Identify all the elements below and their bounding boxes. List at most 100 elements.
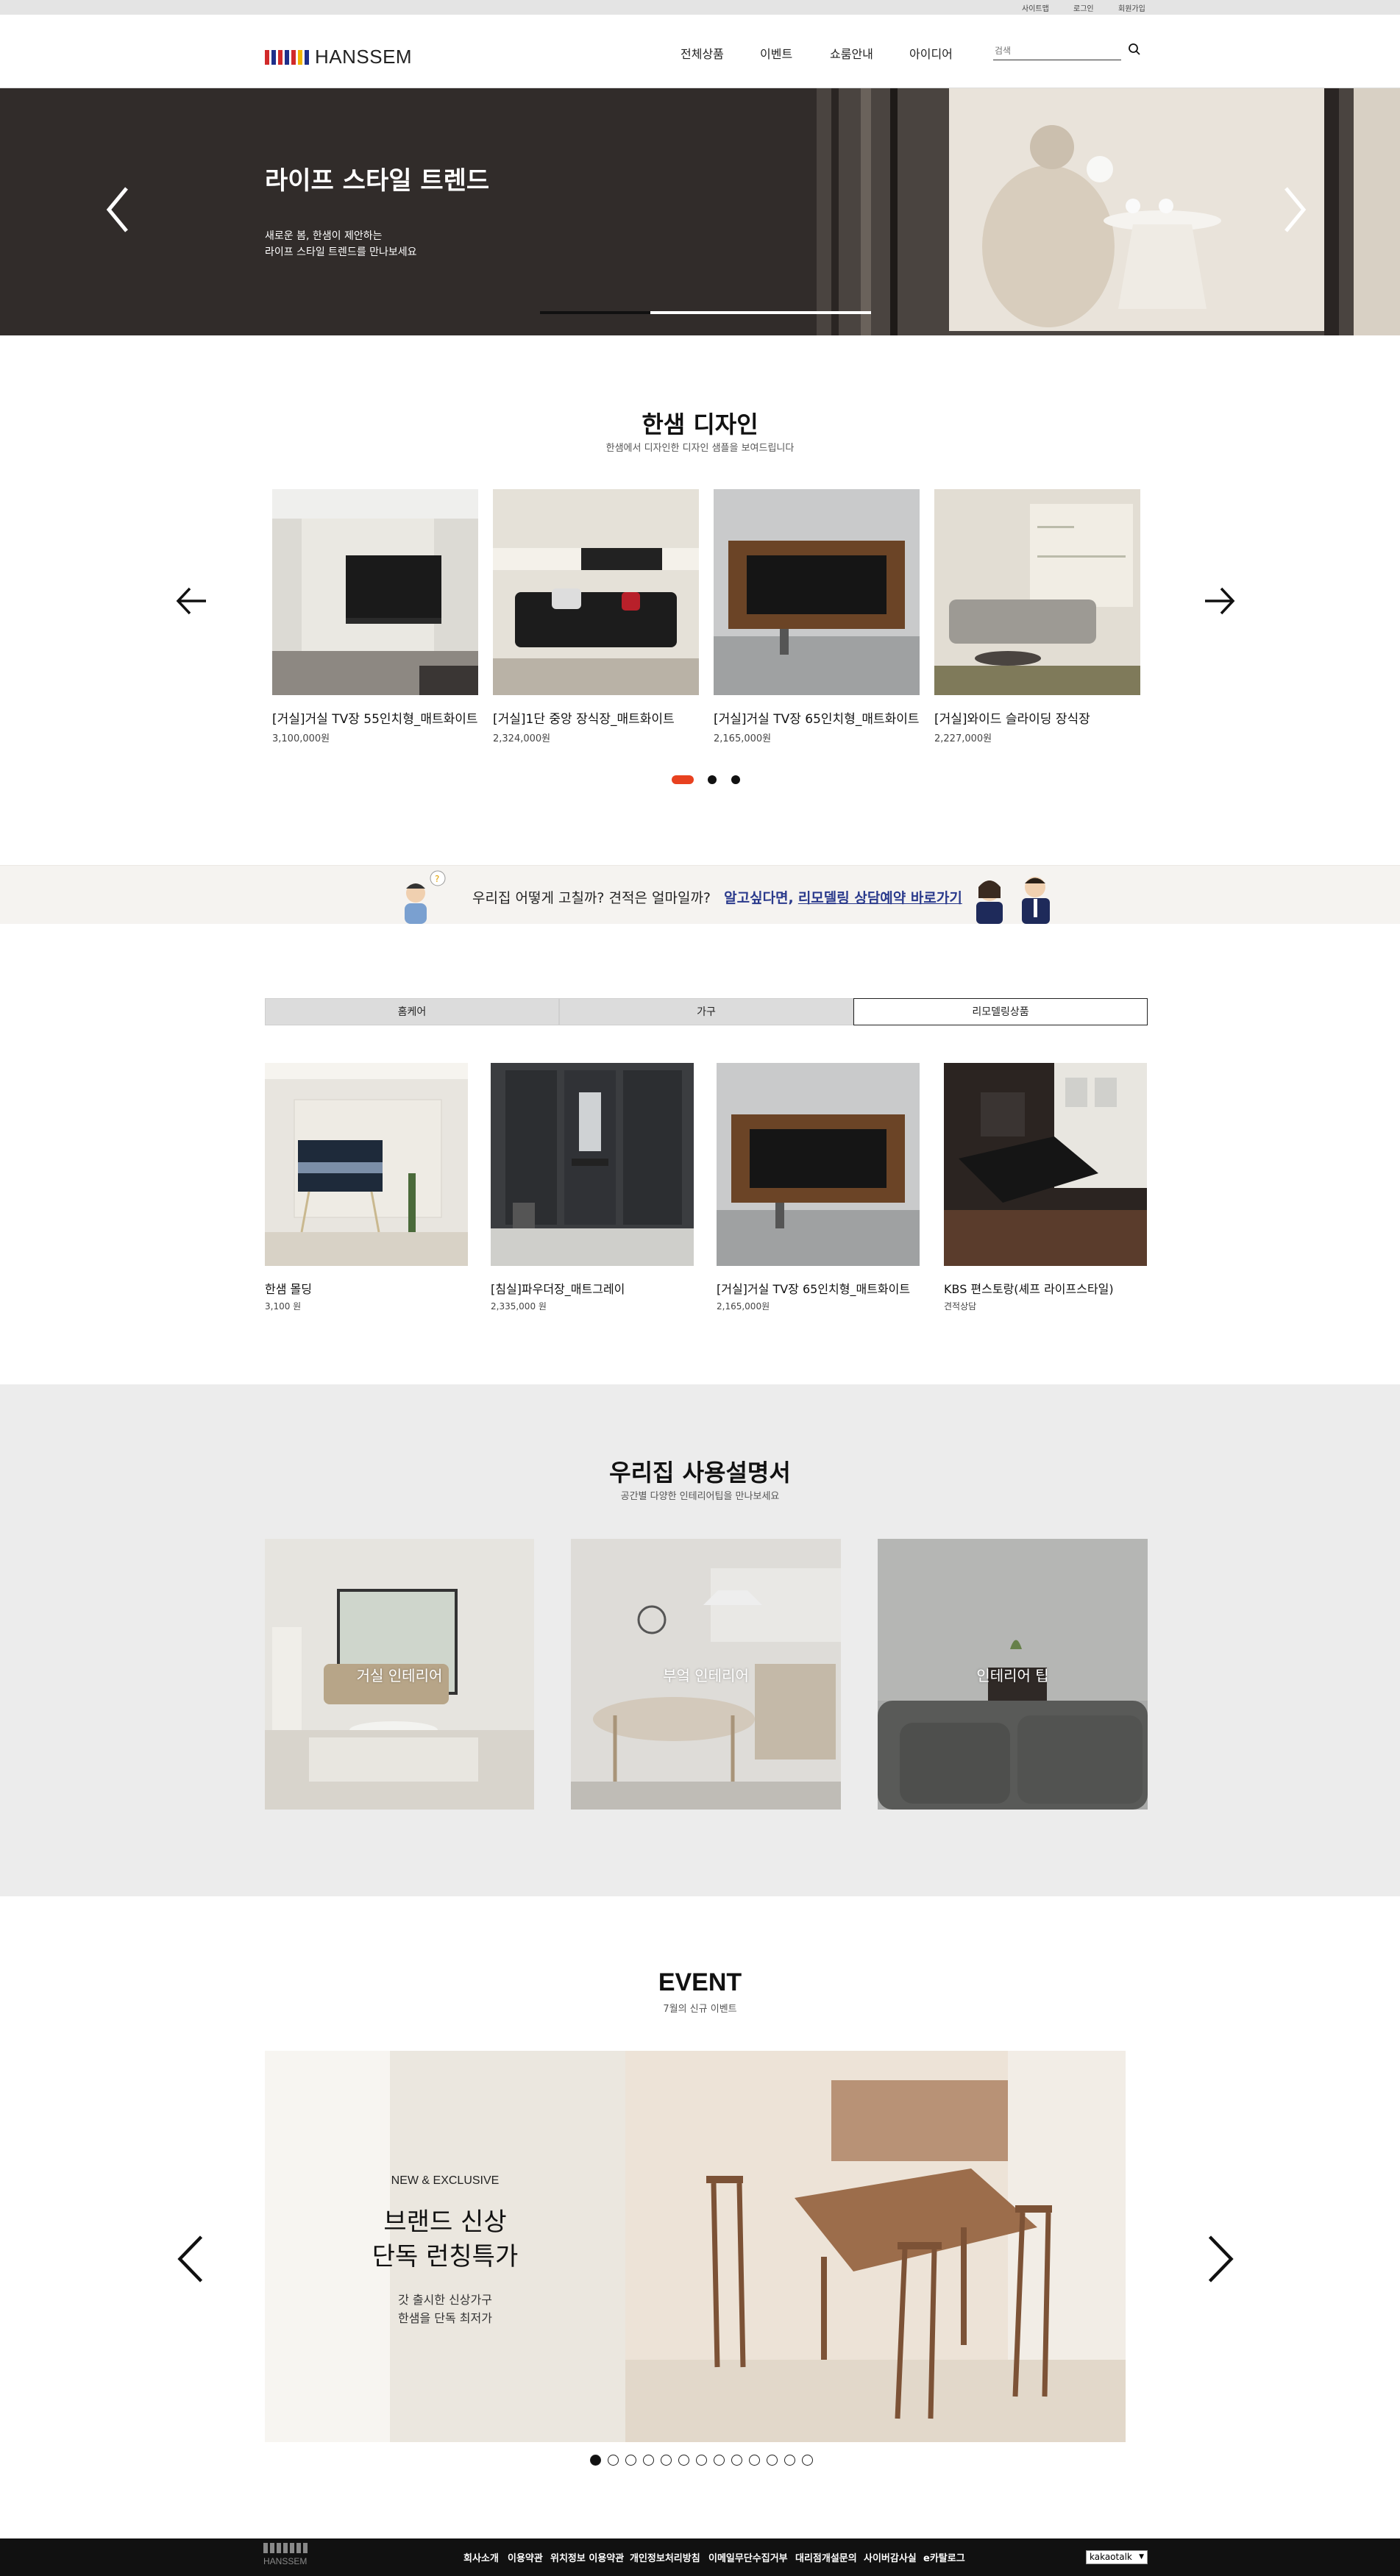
remodel-product-image[interactable]: [265, 1063, 468, 1266]
remodel-product-price: 2,335,000 원: [491, 1301, 547, 1312]
logo-mark-icon: [265, 49, 309, 65]
design-product-name[interactable]: [거실]1단 중앙 장식장_매트화이트: [493, 708, 675, 727]
event-pager-dot[interactable]: [784, 2455, 795, 2466]
remodel-product-name[interactable]: KBS 편스토랑(셰프 라이프스타일): [944, 1279, 1114, 1297]
consultants-illustration: [976, 877, 1050, 924]
hero-next-arrow-icon[interactable]: [1280, 184, 1310, 235]
nav-event[interactable]: 이벤트: [760, 44, 792, 62]
remodel-product-price: 견적상담: [944, 1301, 977, 1312]
event-slide[interactable]: NEW & EXCLUSIVE 브랜드 신상 단독 런칭특가 갓 출시한 신상가…: [265, 2051, 1126, 2442]
tab-furniture[interactable]: 가구: [559, 998, 853, 1025]
sitemap-link[interactable]: 사이트맵: [1022, 2, 1049, 13]
footer-link-terms[interactable]: 이용약관: [508, 2550, 543, 2564]
svg-text:?: ?: [435, 874, 439, 884]
banner-link[interactable]: 리모델링 상담예약 바로가기: [798, 890, 962, 906]
design-product-image[interactable]: [934, 489, 1140, 695]
nav-showroom[interactable]: 쇼룸안내: [830, 44, 873, 62]
footer-link-catalog[interactable]: e카탈로그: [923, 2550, 965, 2564]
banner-link-prefix: 알고싶다면,: [724, 890, 794, 906]
remodel-product-image[interactable]: [944, 1063, 1147, 1266]
manual-card-label: 인테리어 팁: [976, 1667, 1049, 1684]
hero-subtitle-line1: 새로운 봄, 한샘이 제안하는: [265, 230, 383, 242]
nav-ideas[interactable]: 아이디어: [909, 44, 953, 62]
event-pager-dot[interactable]: [714, 2455, 725, 2466]
event-prev-arrow-icon[interactable]: [174, 2234, 206, 2284]
hero-prev-arrow-icon[interactable]: [103, 184, 132, 235]
design-product-name[interactable]: [거실]거실 TV장 55인치형_매트화이트: [272, 708, 478, 727]
logo-text: HANSSEM: [315, 46, 413, 68]
manual-subtitle: 공간별 다양한 인테리어팁을 만나보세요: [620, 1491, 780, 1502]
manual-card-label: 거실 인테리어: [356, 1667, 443, 1684]
remodel-product-price: 2,165,000원: [717, 1301, 770, 1312]
design-pager-dot-active[interactable]: [672, 775, 694, 784]
design-product-image[interactable]: [493, 489, 699, 695]
event-pager-dot[interactable]: [696, 2455, 707, 2466]
remodel-product-name[interactable]: [거실]거실 TV장 65인치형_매트화이트: [717, 1279, 910, 1297]
design-next-arrow-icon[interactable]: [1204, 586, 1236, 616]
manual-card-label: 부엌 인테리어: [663, 1667, 749, 1684]
login-link[interactable]: 로그인: [1073, 2, 1094, 13]
design-product-price: 2,227,000원: [934, 733, 992, 744]
search-icon[interactable]: [1128, 43, 1141, 56]
event-pager-dot-active[interactable]: [590, 2455, 601, 2466]
banner-link-label[interactable]: 리모델링 상담예약 바로가기: [798, 890, 962, 906]
site-header: HANSSEM 전체상품 이벤트 쇼룸안내 아이디어: [0, 15, 1400, 88]
footer-logo-text: HANSSEM: [263, 2556, 308, 2566]
footer-link-audit[interactable]: 사이버감사실: [864, 2550, 917, 2564]
remodel-product-image[interactable]: [717, 1063, 920, 1266]
footer-link-privacy[interactable]: 개인정보처리방침: [630, 2550, 700, 2564]
banner-question: 우리집 어떻게 고칠까? 견적은 얼마일까?: [472, 890, 711, 906]
event-pager-dot[interactable]: [678, 2455, 689, 2466]
manual-card-tips[interactable]: 인테리어 팁: [878, 1539, 1148, 1810]
event-pager-dot[interactable]: [661, 2455, 672, 2466]
design-pager-dot[interactable]: [731, 775, 740, 784]
signup-link[interactable]: 회원가입: [1118, 2, 1145, 13]
design-product-image[interactable]: [272, 489, 478, 695]
design-pager-dot[interactable]: [708, 775, 717, 784]
site-footer: HANSSEM 회사소개 이용약관 위치정보 이용약관 개인정보처리방침 이메일…: [0, 2538, 1400, 2576]
footer-logo-mark-icon: [263, 2543, 344, 2553]
utility-bar: 사이트맵 로그인 회원가입: [0, 0, 1400, 15]
remodel-product-name[interactable]: [침실]파우더장_매트그레이: [491, 1279, 625, 1297]
event-pager-dot[interactable]: [802, 2455, 813, 2466]
hero-photo: [817, 88, 1400, 335]
search-input[interactable]: [993, 41, 1121, 60]
event-pager-dot[interactable]: [749, 2455, 760, 2466]
tab-remodel-products[interactable]: 리모델링상품: [853, 998, 1148, 1025]
remodel-product-image[interactable]: [491, 1063, 694, 1266]
manual-card-living[interactable]: 거실 인테리어: [265, 1539, 534, 1810]
design-product-name[interactable]: [거실]와이드 슬라이딩 장식장: [934, 708, 1090, 727]
nav-all-products[interactable]: 전체상품: [681, 44, 724, 62]
event-pager-dot[interactable]: [643, 2455, 654, 2466]
event-next-arrow-icon[interactable]: [1205, 2234, 1237, 2284]
footer-link-location-terms[interactable]: 위치정보 이용약관: [550, 2550, 624, 2564]
banner-text[interactable]: 우리집 어떻게 고칠까? 견적은 얼마일까? 알고싶다면, 리모델링 상담예약 …: [472, 887, 962, 907]
remodel-product-name[interactable]: 한샘 몰딩: [265, 1279, 312, 1297]
hero-slider: 라이프 스타일 트렌드 새로운 봄, 한샘이 제안하는 라이프 스타일 트렌드를…: [0, 88, 1400, 335]
event-headline-2: 단독 런칭특가: [372, 2242, 519, 2271]
footer-site-select[interactable]: kakaotalk ▼: [1086, 2550, 1148, 2564]
logo[interactable]: HANSSEM: [265, 46, 412, 68]
manual-card-kitchen[interactable]: 부엌 인테리어: [571, 1539, 841, 1810]
footer-link-dealer[interactable]: 대리점개설문의: [795, 2550, 857, 2564]
hero-subtitle: 새로운 봄, 한샘이 제안하는 라이프 스타일 트렌드를 만나보세요: [265, 228, 417, 260]
design-product-name[interactable]: [거실]거실 TV장 65인치형_매트화이트: [714, 708, 920, 727]
design-product-price: 2,324,000원: [493, 733, 551, 744]
event-desc-1: 갓 출시한 신상가구: [398, 2293, 492, 2307]
design-prev-arrow-icon[interactable]: [175, 586, 207, 616]
footer-select-value: kakaotalk: [1090, 2552, 1132, 2562]
chevron-down-icon: ▼: [1139, 2553, 1144, 2561]
footer-logo[interactable]: HANSSEM: [263, 2543, 344, 2572]
event-pager-dot[interactable]: [731, 2455, 742, 2466]
event-title: EVENT: [658, 1968, 742, 1996]
person-thinking-illustration: ?: [405, 870, 446, 924]
remodel-product-price: 3,100 원: [265, 1301, 302, 1312]
footer-link-company[interactable]: 회사소개: [463, 2550, 499, 2564]
design-product-image[interactable]: [714, 489, 920, 695]
event-pager-dot[interactable]: [767, 2455, 778, 2466]
event-pager-dot[interactable]: [608, 2455, 619, 2466]
footer-link-email-refuse[interactable]: 이메일무단수집거부: [708, 2550, 788, 2564]
hero-progress-fill: [540, 311, 650, 314]
tab-homecare[interactable]: 홈케어: [265, 998, 559, 1025]
event-pager-dot[interactable]: [625, 2455, 636, 2466]
